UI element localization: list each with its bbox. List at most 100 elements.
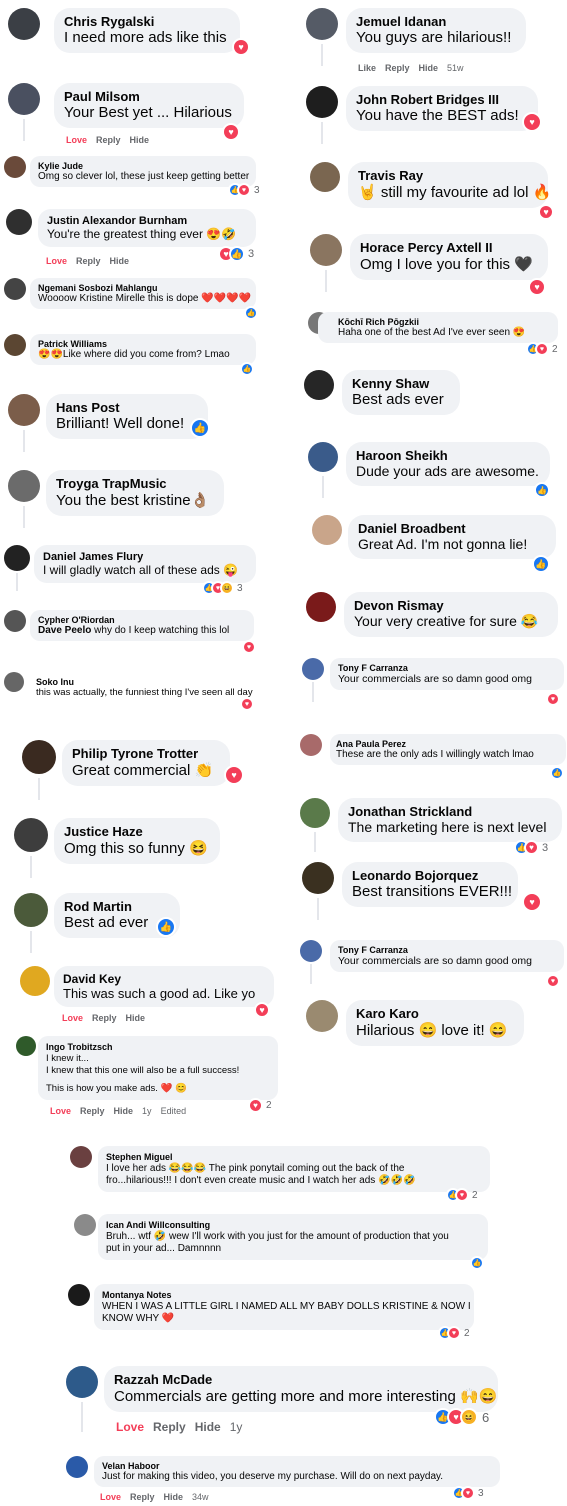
reaction-summary[interactable]: ♥ [254, 1002, 270, 1018]
avatar[interactable] [306, 1000, 338, 1032]
hide-action[interactable]: Hide [110, 256, 130, 266]
avatar[interactable] [8, 83, 40, 115]
reaction-summary[interactable]: ♥ [232, 38, 250, 56]
reaction-summary[interactable]: ♥ [546, 692, 560, 706]
reaction-summary[interactable]: 👍 [470, 1256, 484, 1270]
avatar[interactable] [70, 1146, 92, 1168]
reply-action[interactable]: Reply [92, 1013, 117, 1023]
hide-action[interactable]: Hide [195, 1420, 221, 1434]
reaction-summary[interactable]: ♥ 👍 3 [218, 246, 254, 262]
avatar[interactable] [306, 8, 338, 40]
avatar[interactable] [20, 966, 50, 996]
comment-author[interactable]: Daniel Broadbent [358, 521, 546, 536]
avatar[interactable] [6, 209, 32, 235]
avatar[interactable] [74, 1214, 96, 1236]
avatar[interactable] [4, 156, 26, 178]
reaction-summary[interactable]: 👍 [190, 418, 210, 438]
love-action[interactable]: Love [50, 1106, 71, 1116]
avatar[interactable] [306, 592, 336, 622]
reaction-summary[interactable]: ♥ [242, 640, 256, 654]
avatar[interactable] [14, 818, 48, 852]
reaction-summary[interactable]: 👍 ♥ 2 [526, 342, 558, 356]
reaction-summary[interactable]: ♥ [538, 204, 554, 220]
reply-action[interactable]: Reply [130, 1492, 155, 1502]
avatar[interactable] [4, 672, 24, 692]
hide-action[interactable]: Hide [164, 1492, 184, 1502]
comment-author[interactable]: David Key [63, 972, 265, 986]
avatar[interactable] [66, 1366, 98, 1398]
comment-author[interactable]: Leonardo Bojorquez [352, 868, 508, 883]
reply-action[interactable]: Reply [96, 135, 121, 145]
comment-author[interactable]: Cypher O'Riordan [38, 615, 246, 625]
comment-author[interactable]: Haroon Sheikh [356, 448, 540, 463]
reaction-summary[interactable]: ♥ [224, 765, 244, 785]
comment-author[interactable]: Ngemani Sosbozi Mahlangu [38, 283, 248, 293]
avatar[interactable] [8, 470, 40, 502]
reaction-summary[interactable]: ♥ [522, 892, 542, 912]
love-action[interactable]: Love [100, 1492, 121, 1502]
avatar[interactable] [304, 370, 334, 400]
reaction-summary[interactable]: ♥ 2 [248, 1098, 272, 1113]
comment-author[interactable]: John Robert Bridges III [356, 92, 528, 107]
comment-author[interactable]: Travis Ray [358, 168, 538, 183]
hide-action[interactable]: Hide [126, 1013, 146, 1023]
comment-author[interactable]: Velan Haboor [102, 1461, 492, 1471]
comment-author[interactable]: Philip Tyrone Trotter [72, 746, 220, 761]
reply-action[interactable]: Reply [385, 63, 410, 73]
love-action[interactable]: Love [46, 256, 67, 266]
reply-action[interactable]: Reply [153, 1420, 186, 1434]
avatar[interactable] [300, 734, 322, 756]
comment-author[interactable]: Tony F Carranza [338, 663, 556, 673]
comment-author[interactable]: Justice Haze [64, 824, 210, 839]
comment-author[interactable]: Ana Paula Perez [336, 739, 560, 749]
reply-action[interactable]: Reply [76, 256, 101, 266]
comment-author[interactable]: Ingo Trobitzsch [46, 1041, 270, 1053]
reaction-summary[interactable]: 👍 [534, 482, 550, 498]
love-action[interactable]: Love [116, 1420, 144, 1434]
comment-author[interactable]: Jonathan Strickland [348, 804, 552, 819]
avatar[interactable] [68, 1284, 90, 1306]
comment-author[interactable]: Tony F Carranza [338, 945, 556, 955]
comment-author[interactable]: Kylie Jude [38, 161, 248, 171]
avatar[interactable] [310, 234, 342, 266]
reaction-summary[interactable]: 👍 [240, 362, 254, 376]
reaction-summary[interactable]: 👍 [550, 766, 564, 780]
comment-author[interactable]: Chris Rygalski [64, 14, 230, 29]
comment-author[interactable]: Ican Andi Willconsulting [106, 1219, 480, 1231]
comment-author[interactable]: Montanya Notes [102, 1289, 466, 1301]
hide-action[interactable]: Hide [114, 1106, 134, 1116]
reaction-summary[interactable]: 👍 ♥ 😆 6 [434, 1408, 489, 1426]
reaction-summary[interactable]: 👍 ♥ 😆 3 [202, 581, 243, 595]
reaction-summary[interactable]: ♥ [222, 123, 240, 141]
comment-author[interactable]: Kōchī Rich Pōgzkii [338, 317, 550, 327]
comment-author[interactable]: Justin Alexandor Burnham [47, 215, 247, 227]
comment-author[interactable]: Rod Martin [64, 899, 170, 914]
avatar[interactable] [300, 940, 322, 962]
reaction-summary[interactable]: 👍 ♥ 3 [228, 183, 260, 197]
avatar[interactable] [308, 442, 338, 472]
comment-author[interactable]: Patrick Williams [38, 339, 248, 349]
reply-action[interactable]: Reply [80, 1106, 105, 1116]
avatar[interactable] [310, 162, 340, 192]
reaction-summary[interactable]: ♥ [240, 697, 254, 711]
hide-action[interactable]: Hide [130, 135, 150, 145]
love-action[interactable]: Love [66, 135, 87, 145]
comment-author[interactable]: Horace Percy Axtell II [360, 240, 538, 255]
hide-action[interactable]: Hide [419, 63, 439, 73]
comment-author[interactable]: Hans Post [56, 400, 198, 415]
reaction-summary[interactable]: 👍 ♥ 3 [452, 1486, 484, 1500]
avatar[interactable] [8, 8, 40, 40]
reaction-summary[interactable]: 👍 ♥ 3 [514, 840, 548, 855]
reaction-summary[interactable]: ♥ [546, 974, 560, 988]
avatar[interactable] [66, 1456, 88, 1478]
comment-author[interactable]: Karo Karo [356, 1006, 514, 1021]
reaction-summary[interactable]: 👍 [156, 917, 176, 937]
avatar[interactable] [302, 862, 334, 894]
reaction-summary[interactable]: ♥ [528, 278, 546, 296]
reaction-summary[interactable]: ♥ [522, 112, 542, 132]
avatar[interactable] [4, 278, 26, 300]
avatar[interactable] [300, 798, 330, 828]
reaction-summary[interactable]: 👍 [532, 555, 550, 573]
comment-author[interactable]: Troyga TrapMusic [56, 476, 214, 491]
comment-author[interactable]: Jemuel Idanan [356, 14, 516, 29]
